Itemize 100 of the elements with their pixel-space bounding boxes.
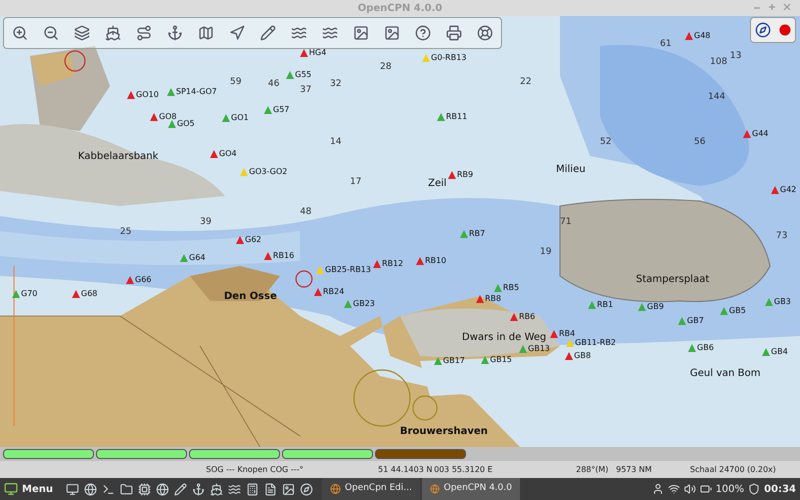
anchor-launcher[interactable] (190, 481, 206, 497)
buoy-label: RB16 (273, 252, 294, 260)
buoy-label: RB6 (519, 313, 536, 321)
buoy-label: G44 (752, 130, 768, 138)
depth-sounding: 56 (694, 136, 706, 149)
chip-icon (138, 482, 151, 496)
layers-icon (74, 25, 90, 41)
buoy-label: G66 (135, 276, 152, 284)
window-app-icon (330, 483, 341, 495)
buoy-label: G62 (245, 236, 262, 244)
zoom-in-icon (12, 25, 28, 41)
place-name: Dwars in de Weg (462, 331, 546, 345)
buoy-label: GB15 (490, 356, 512, 364)
buoy-label: RB7 (469, 230, 486, 238)
calculator-launcher[interactable] (244, 481, 260, 497)
buoy-label: RB9 (457, 171, 474, 179)
buoy-label: HG4 (309, 49, 326, 57)
chip-launcher[interactable] (136, 481, 152, 497)
image-icon (384, 25, 400, 41)
buoy-label: GB13 (528, 345, 550, 353)
buoy-label: GO3-GO2 (249, 168, 288, 176)
light-sector-ring (295, 270, 313, 288)
battery-percentage: 100% (716, 482, 744, 496)
document-launcher[interactable] (262, 481, 278, 497)
desktop-launcher[interactable] (64, 481, 80, 497)
browser-launcher[interactable] (82, 481, 98, 497)
buoy-label: GO8 (159, 113, 177, 121)
depth-sounding: 61 (660, 38, 672, 51)
chart-bar-segment[interactable] (3, 449, 94, 459)
buoy-label: GB8 (574, 352, 591, 360)
pencil-icon (174, 482, 187, 496)
depth-sounding: 32 (330, 78, 342, 91)
clock: 00:34 (764, 482, 796, 496)
battery-icon (700, 483, 712, 495)
buoy-label: RB12 (382, 260, 404, 268)
image-icon (282, 482, 295, 496)
depth-sounding: 14 (330, 136, 342, 149)
browser-icon (84, 482, 97, 496)
depth-sounding: 37 (300, 84, 312, 97)
compass-widget[interactable] (750, 17, 796, 43)
volume-icon (684, 483, 696, 495)
depth-sounding: 19 (540, 246, 552, 259)
buoy-label: G64 (189, 254, 206, 262)
buoy-label: GB4 (771, 348, 788, 356)
chart-bar-segment[interactable] (189, 449, 280, 459)
speed-readout: SOG --- Knopen COG ---° (206, 464, 304, 476)
place-name: Zeil (428, 177, 447, 191)
ship-icon (210, 482, 223, 496)
document-icon (264, 482, 277, 496)
buoy-label: G42 (780, 186, 796, 194)
ship-launcher[interactable] (208, 481, 224, 497)
chart-bar-segment[interactable] (96, 449, 187, 459)
depth-sounding: 25 (120, 226, 132, 239)
buoy-label: RB4 (559, 330, 576, 338)
depth-sounding: 28 (380, 61, 392, 74)
buoy-label: GB9 (647, 303, 664, 311)
buoy-label: RB24 (323, 288, 344, 296)
ship-icon (105, 25, 121, 41)
globe-icon (156, 482, 169, 496)
taskbar-window-button[interactable]: OpenCPN 4.0.0 (422, 478, 520, 500)
folder-launcher[interactable] (118, 481, 134, 497)
globe-launcher[interactable] (154, 481, 170, 497)
depth-sounding: 13 (730, 50, 742, 63)
place-name: Geul van Bom (690, 367, 760, 381)
depth-sounding: 46 (268, 78, 280, 91)
buoy-label: GB3 (774, 298, 791, 306)
depth-sounding: 59 (230, 76, 242, 89)
waves-icon (228, 482, 241, 496)
land-area (30, 52, 75, 86)
buoy-label: RB10 (425, 257, 446, 265)
pencil-icon (260, 25, 276, 41)
image-launcher[interactable] (280, 481, 296, 497)
waves-icon (322, 25, 338, 41)
pencil-launcher[interactable] (172, 481, 188, 497)
buoy-label: G55 (295, 71, 312, 79)
waves-icon (291, 25, 307, 41)
buoy-label: GO5 (177, 120, 195, 128)
desktop-icon (66, 482, 79, 496)
chart-bar-segment[interactable] (282, 449, 373, 459)
compass-launcher[interactable] (298, 481, 314, 497)
compass-icon (300, 482, 313, 496)
navigation-icon (229, 25, 245, 41)
menu-button[interactable]: Menu (0, 478, 57, 500)
zoom-out-icon (43, 25, 59, 41)
longitude-readout: 003 55.3120 E (434, 464, 494, 476)
user-icon (652, 483, 664, 495)
distance-readout: 9573 NM (616, 464, 653, 476)
depth-sounding: 71 (560, 216, 572, 229)
route-icon (136, 25, 152, 41)
depth-sounding: 17 (350, 176, 362, 189)
depth-sounding: 144 (708, 91, 726, 104)
help-icon (415, 25, 431, 41)
depth-sounding: 73 (776, 230, 788, 243)
buoy-label: GB25-RB13 (325, 266, 371, 274)
buoy-label: GB5 (729, 307, 746, 315)
depth-sounding: 48 (300, 206, 312, 219)
taskbar-window-button[interactable]: OpenCpn Edi... (322, 478, 420, 500)
anchor-icon (192, 482, 205, 496)
window-app-icon (430, 483, 440, 495)
anchor-icon (167, 25, 183, 41)
